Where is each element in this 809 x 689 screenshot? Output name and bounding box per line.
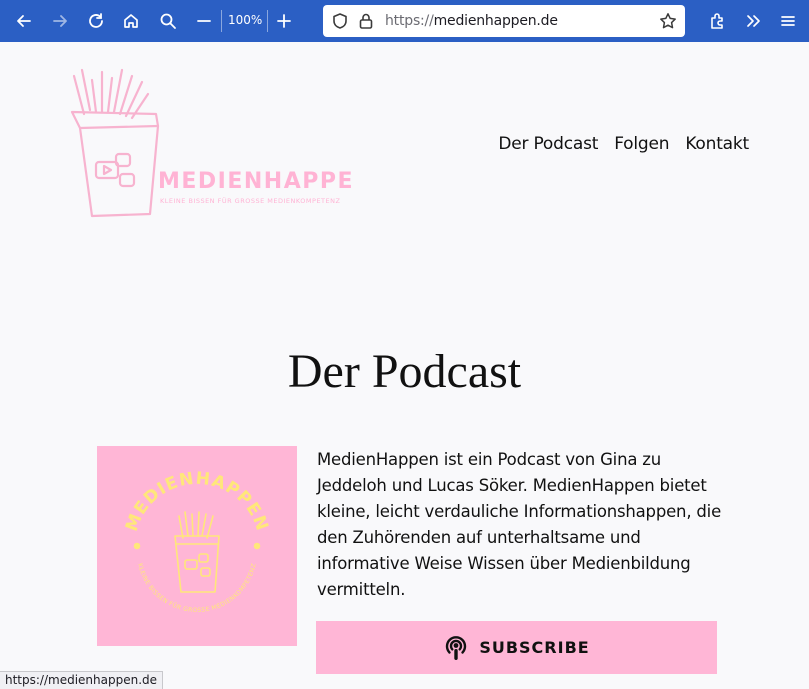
- podcast-description: MedienHappen ist ein Podcast von Gina zu…: [317, 450, 722, 599]
- bookmark-star-icon[interactable]: [659, 12, 677, 30]
- browser-toolbar: 100% https://medienhappen.de: [0, 0, 809, 42]
- zoom-out-icon[interactable]: [189, 6, 219, 36]
- hamburger-menu-icon[interactable]: [773, 6, 803, 36]
- zoom-level[interactable]: 100%: [228, 13, 262, 27]
- page-title: Der Podcast: [287, 345, 522, 398]
- lock-icon[interactable]: [357, 12, 375, 30]
- url-text[interactable]: https://medienhappen.de: [385, 13, 558, 29]
- toolbar-separator: [267, 10, 268, 32]
- subscribe-label: SUBSCRIBE: [479, 638, 590, 657]
- fries-logo-icon: MEDIENHAPPEN KLEINE BISSEN FÜR GROSSE ME…: [70, 68, 372, 218]
- url-host: medienhappen.de: [433, 13, 558, 29]
- zoom-search-icon[interactable]: [153, 6, 183, 36]
- nav-item-kontakt[interactable]: Kontakt: [685, 134, 749, 154]
- toolbar-separator: [221, 10, 222, 32]
- home-icon[interactable]: [116, 6, 146, 36]
- nav-item-der-podcast[interactable]: Der Podcast: [498, 134, 598, 154]
- zoom-in-icon[interactable]: [269, 6, 299, 36]
- nav-item-folgen[interactable]: Folgen: [614, 134, 669, 154]
- forward-arrow-icon[interactable]: [45, 6, 75, 36]
- subscribe-button[interactable]: SUBSCRIBE: [316, 621, 717, 674]
- overflow-chevrons-icon[interactable]: [738, 6, 768, 36]
- url-scheme: https://: [385, 13, 434, 29]
- site-logo[interactable]: MEDIENHAPPEN KLEINE BISSEN FÜR GROSSE ME…: [66, 66, 372, 226]
- podcast-cover-image: MEDIENHAPPEN KLEINE BISSEN FÜR GROSSE ME…: [97, 446, 297, 646]
- extensions-icon[interactable]: [703, 6, 733, 36]
- logo-tagline: KLEINE BISSEN FÜR GROSSE MEDIENKOMPETENZ: [160, 196, 340, 205]
- url-bar[interactable]: https://medienhappen.de: [323, 5, 685, 37]
- back-arrow-icon[interactable]: [9, 6, 39, 36]
- main-nav: Der Podcast Folgen Kontakt: [498, 134, 749, 154]
- svg-text:KLEINE BISSEN FÜR GROSSE MEDIE: KLEINE BISSEN FÜR GROSSE MEDIENKOMPETENZ: [136, 563, 258, 614]
- logo-title: MEDIENHAPPEN: [158, 169, 356, 194]
- podcast-cover-fries-icon: MEDIENHAPPEN KLEINE BISSEN FÜR GROSSE ME…: [122, 469, 272, 614]
- cover-title: MEDIENHAPPEN: [122, 469, 272, 535]
- podcast-icon: [446, 635, 467, 660]
- cover-tagline: KLEINE BISSEN FÜR GROSSE MEDIENKOMPETENZ: [136, 563, 257, 614]
- status-bar-link: https://medienhappen.de: [0, 671, 164, 689]
- reload-icon[interactable]: [81, 6, 111, 36]
- shield-icon[interactable]: [331, 12, 349, 30]
